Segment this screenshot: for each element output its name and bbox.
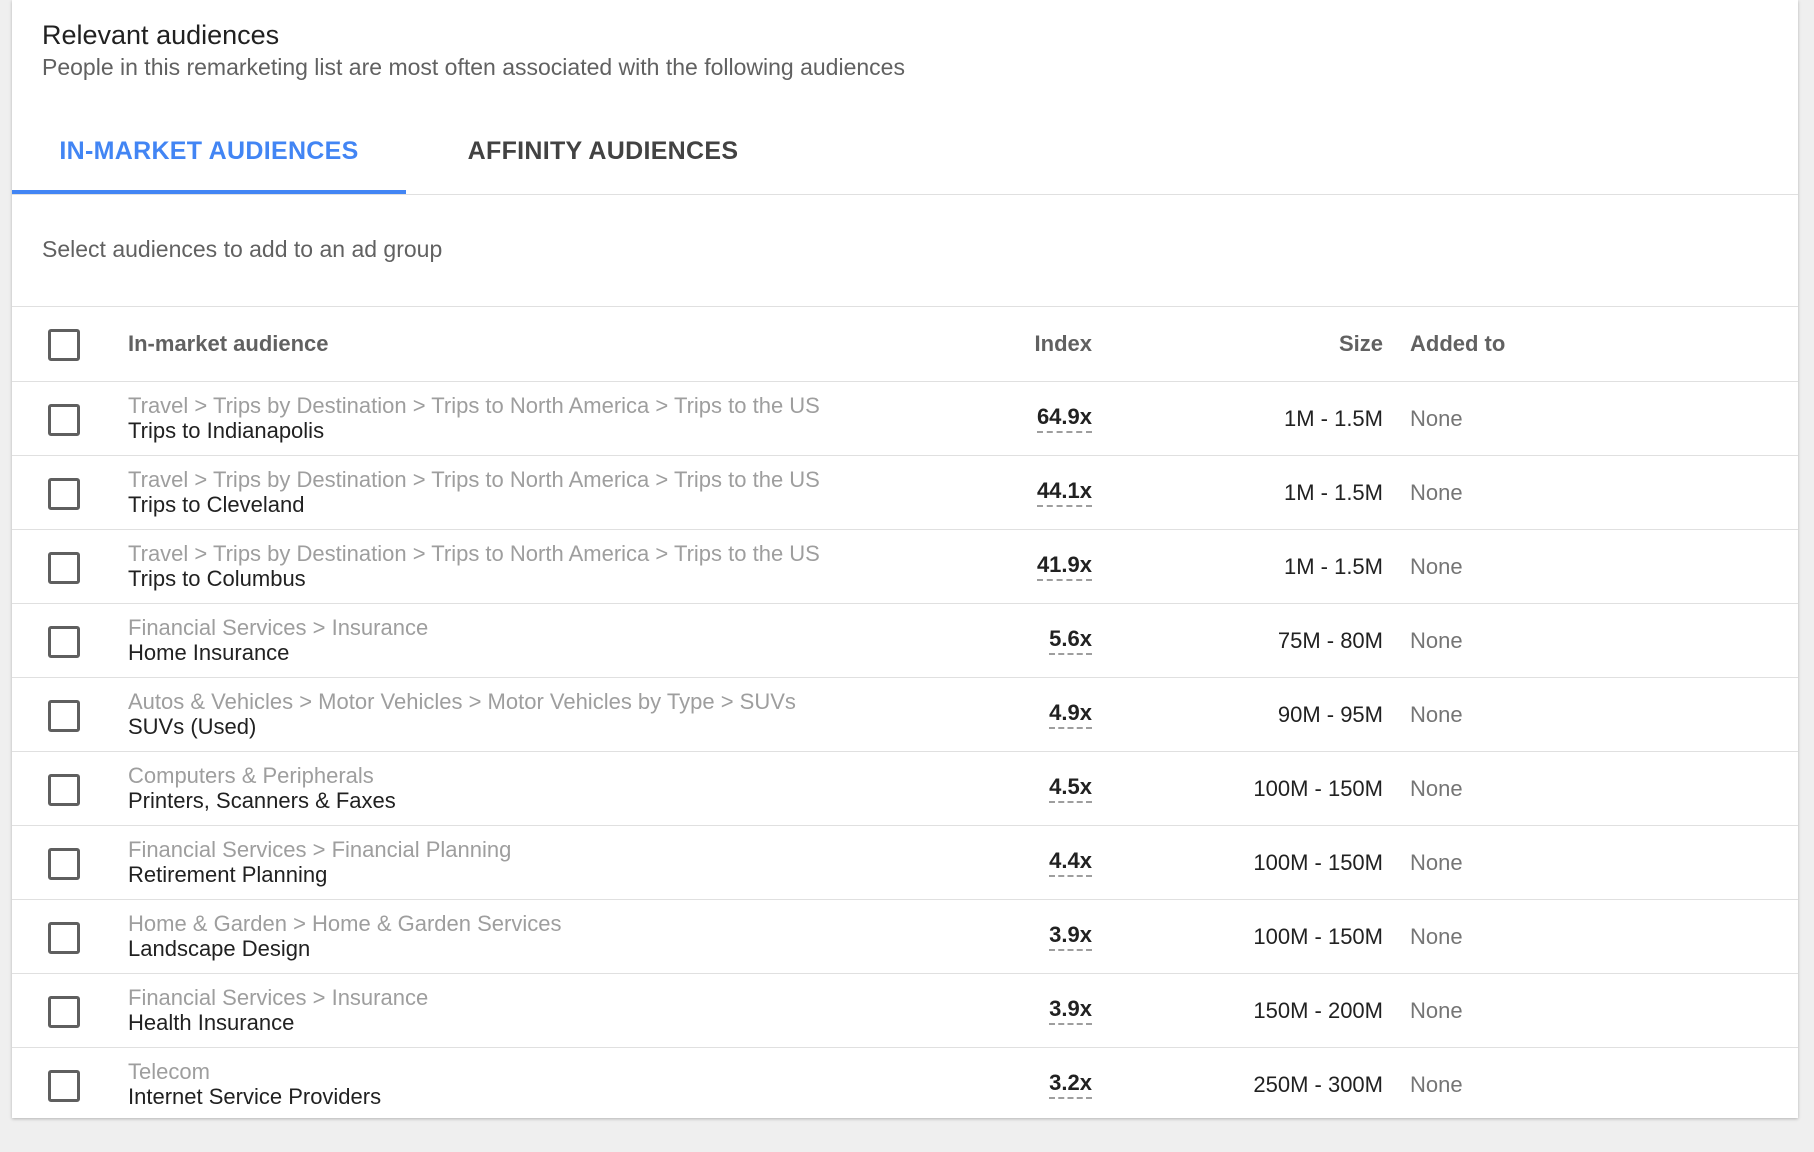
audience-category-path: Home & Garden > Home & Garden Services [128,911,562,936]
audience-category-path: Financial Services > Insurance [128,615,429,640]
audience-category-path: Financial Services > Financial Planning [128,837,512,862]
table-row[interactable]: Home & Garden > Home & Garden Services La… [12,900,1798,974]
size-cell: 100M - 150M [1253,776,1383,801]
row-checkbox[interactable] [48,625,80,658]
select-audiences-hint: Select audiences to add to an ad group [42,236,443,262]
added-to-cell: None [1410,628,1463,653]
column-header-index[interactable]: Index [1035,307,1092,381]
index-value[interactable]: 3.2x [1049,1070,1092,1099]
audience-category-path: Telecom [128,1059,210,1084]
audience-name: Health Insurance [128,1010,295,1035]
column-header-size[interactable]: Size [1339,307,1383,381]
added-to-cell: None [1410,480,1463,505]
row-checkbox[interactable] [48,699,80,732]
table-row[interactable]: Financial Services > Financial Planning R… [12,826,1798,900]
added-to-cell: None [1410,924,1463,949]
table-row[interactable]: Telecom Internet Service Providers 3.2x 250… [12,1048,1798,1121]
audience-tabs: IN-MARKET AUDIENCES AFFINITY AUDIENCES [12,112,1798,195]
added-to-cell: None [1410,998,1463,1023]
audience-name: Trips to Cleveland [128,492,305,517]
index-value[interactable]: 4.9x [1049,700,1092,729]
table-row[interactable]: Financial Services > Insurance Home Insur… [12,604,1798,678]
index-cell: 4.5x [1049,752,1092,825]
tab-affinity-audiences[interactable]: AFFINITY AUDIENCES [406,112,800,194]
index-cell: 4.4x [1049,826,1092,899]
index-value[interactable]: 4.5x [1049,774,1092,803]
row-checkbox[interactable] [48,551,80,584]
added-to-cell: None [1410,554,1463,579]
column-header-added-to: Added to [1410,331,1506,356]
audience-name: Trips to Indianapolis [128,418,325,443]
index-cell: 4.9x [1049,678,1092,751]
index-value[interactable]: 64.9x [1036,404,1092,433]
audience-name: Retirement Planning [128,862,328,887]
row-checkbox[interactable] [48,921,80,954]
card-subtitle: People in this remarketing list are most… [42,54,905,80]
size-cell: 75M - 80M [1277,628,1383,653]
added-to-cell: None [1410,776,1463,801]
row-checkbox[interactable] [48,995,80,1028]
audience-name: Trips to Columbus [128,566,306,591]
audience-name: Home Insurance [128,640,290,665]
select-all-checkbox[interactable] [48,329,80,361]
size-cell: 250M - 300M [1253,1072,1383,1097]
index-cell: 44.1x [1036,456,1092,529]
audience-name: Internet Service Providers [128,1084,382,1109]
added-to-cell: None [1410,1072,1463,1097]
index-cell: 3.9x [1049,900,1092,973]
column-header-audience[interactable]: In-market audience [128,307,329,381]
card-title: Relevant audiences [42,20,280,50]
table-row[interactable]: Travel > Trips by Destination > Trips to… [12,530,1798,604]
index-value[interactable]: 3.9x [1049,922,1092,951]
audience-category-path: Travel > Trips by Destination > Trips to… [128,393,820,418]
row-checkbox[interactable] [48,1069,80,1102]
size-cell: 100M - 150M [1253,924,1383,949]
tab-in-market-audiences[interactable]: IN-MARKET AUDIENCES [12,112,406,194]
size-cell: 1M - 1.5M [1283,554,1383,579]
audience-name: Landscape Design [128,936,311,961]
added-to-cell: None [1410,406,1463,431]
index-cell: 41.9x [1036,530,1092,603]
audience-category-path: Travel > Trips by Destination > Trips to… [128,541,820,566]
table-row[interactable]: Financial Services > Insurance Health Ins… [12,974,1798,1048]
audience-table: In-market audience Index Size Added to T… [12,306,1798,1121]
index-value[interactable]: 3.9x [1049,996,1092,1025]
index-cell: 3.2x [1049,1048,1092,1121]
index-value[interactable]: 5.6x [1049,626,1092,655]
relevant-audiences-card: Relevant audiences People in this remark… [12,0,1798,1118]
row-checkbox[interactable] [48,403,80,436]
audience-category-path: Financial Services > Insurance [128,985,429,1010]
table-row[interactable]: Computers & Peripherals Printers, Scanner… [12,752,1798,826]
audience-category-path: Computers & Peripherals [128,763,374,788]
size-cell: 100M - 150M [1253,850,1383,875]
table-row[interactable]: Travel > Trips by Destination > Trips to… [12,456,1798,530]
row-checkbox[interactable] [48,477,80,510]
audience-name: Printers, Scanners & Faxes [128,788,396,813]
added-to-cell: None [1410,850,1463,875]
index-cell: 64.9x [1036,382,1092,455]
audience-category-path: Travel > Trips by Destination > Trips to… [128,467,820,492]
size-cell: 90M - 95M [1277,702,1383,727]
table-row[interactable]: Autos & Vehicles > Motor Vehicles > Moto… [12,678,1798,752]
size-cell: 1M - 1.5M [1283,406,1383,431]
index-value[interactable]: 4.4x [1049,848,1092,877]
index-cell: 5.6x [1049,604,1092,677]
size-cell: 1M - 1.5M [1283,480,1383,505]
added-to-cell: None [1410,702,1463,727]
size-cell: 150M - 200M [1253,998,1383,1023]
table-row[interactable]: Travel > Trips by Destination > Trips to… [12,382,1798,456]
table-header-row: In-market audience Index Size Added to [12,307,1798,382]
audience-name: SUVs (Used) [128,714,257,739]
index-value[interactable]: 44.1x [1036,478,1092,507]
row-checkbox[interactable] [48,773,80,806]
index-cell: 3.9x [1049,974,1092,1047]
row-checkbox[interactable] [48,847,80,880]
card-header: Relevant audiences People in this remark… [42,18,905,82]
index-value[interactable]: 41.9x [1036,552,1092,581]
audience-category-path: Autos & Vehicles > Motor Vehicles > Moto… [128,689,796,714]
